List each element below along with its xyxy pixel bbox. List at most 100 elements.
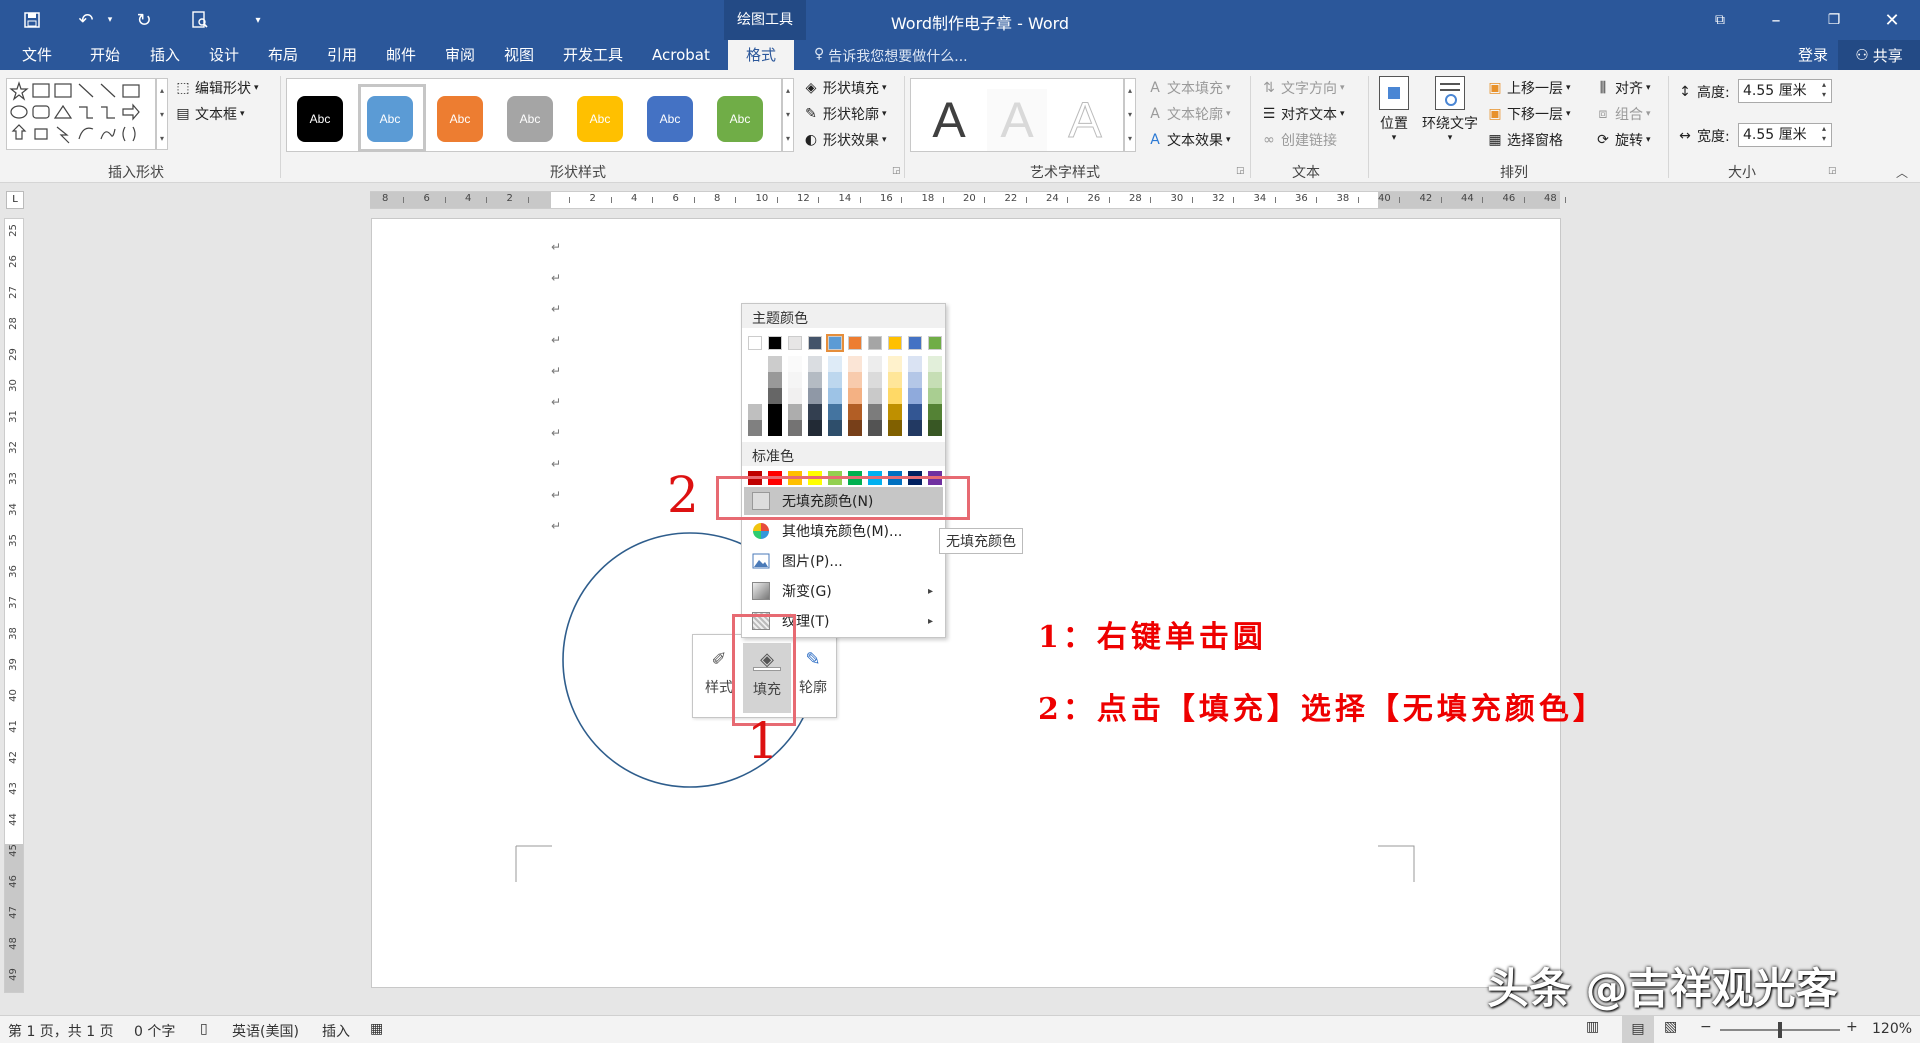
theme-color-swatch[interactable] — [808, 336, 822, 350]
tell-me-box[interactable]: ♀ 告诉我您想要做什么... — [814, 46, 968, 66]
theme-color-shade[interactable] — [808, 404, 822, 420]
redo-icon[interactable]: ↻ — [132, 8, 156, 32]
theme-color-shade[interactable] — [788, 420, 802, 436]
theme-color-shade[interactable] — [768, 404, 782, 420]
collapse-ribbon-icon[interactable]: ︿ — [1896, 164, 1908, 181]
tab-layout[interactable]: 布局 — [266, 40, 300, 70]
theme-color-shade[interactable] — [868, 404, 882, 420]
login-link[interactable]: 登录 — [1796, 40, 1830, 70]
create-link-button[interactable]: ∞ 创建链接 — [1260, 130, 1337, 150]
theme-color-shade[interactable] — [828, 420, 842, 436]
wordart-style-dark[interactable]: A — [919, 89, 979, 151]
customize-qat-icon[interactable]: ▾ — [246, 8, 270, 32]
theme-color-shade[interactable] — [768, 356, 782, 372]
height-spinner[interactable]: ▴ ▾ — [1822, 80, 1826, 100]
zoom-level[interactable]: 120% — [1872, 1021, 1912, 1037]
page-count[interactable]: 第 1 页，共 1 页 — [8, 1021, 114, 1041]
rotate-button[interactable]: ⟳ 旋转 ▾ — [1594, 130, 1650, 150]
height-input[interactable]: 4.55 厘米 — [1738, 79, 1832, 103]
picture-fill-item[interactable]: 图片(P)... — [744, 547, 943, 575]
theme-color-swatch[interactable] — [788, 336, 802, 350]
dialog-launcher-icon[interactable]: ◲ — [1236, 166, 1245, 176]
horizontal-ruler[interactable]: 8 6 4 2 2 4 6 8 10 12 14 16 18 20 22 24 26 28 30 32 34 36 38 40… — [370, 191, 1566, 209]
width-input[interactable]: 4.55 厘米 — [1738, 123, 1832, 147]
theme-color-shade[interactable] — [888, 420, 902, 436]
text-fill-button[interactable]: A 文本填充 ▾ — [1146, 78, 1230, 98]
theme-color-shade[interactable] — [908, 388, 922, 404]
shape-style-swatch[interactable]: Abc — [717, 96, 763, 142]
mini-outline-button[interactable]: ✎ 轮廓 — [793, 643, 833, 713]
theme-color-swatch[interactable] — [848, 336, 862, 350]
shape-effects-button[interactable]: ◐ 形状效果 ▾ — [802, 130, 887, 150]
theme-color-shade[interactable] — [928, 420, 942, 436]
restore-icon[interactable]: ❐ — [1822, 8, 1846, 32]
theme-color-shade[interactable] — [808, 372, 822, 388]
wrap-text-button[interactable]: 环绕文字 ▾ — [1418, 76, 1482, 154]
theme-color-shade[interactable] — [848, 404, 862, 420]
text-effects-button[interactable]: A 文本效果 ▾ — [1146, 130, 1230, 150]
shape-style-swatch[interactable]: Abc — [297, 96, 343, 142]
theme-color-shade[interactable] — [868, 372, 882, 388]
shape-style-swatch[interactable]: Abc — [437, 96, 483, 142]
tab-format[interactable]: 格式 — [728, 40, 795, 70]
shape-style-swatch[interactable]: Abc — [577, 96, 623, 142]
theme-color-shade[interactable] — [868, 388, 882, 404]
theme-color-shade[interactable] — [828, 372, 842, 388]
theme-color-shade[interactable] — [748, 372, 762, 388]
wordart-style-light[interactable]: A — [987, 89, 1047, 151]
theme-color-shade[interactable] — [828, 388, 842, 404]
tab-file[interactable]: 文件 — [20, 40, 54, 70]
shape-styles-scroll[interactable]: ▴ ▾ ▾ — [782, 78, 794, 152]
theme-color-shade[interactable] — [788, 356, 802, 372]
theme-color-shade[interactable] — [748, 388, 762, 404]
tab-mailings[interactable]: 邮件 — [384, 40, 418, 70]
theme-color-shade[interactable] — [888, 388, 902, 404]
word-count[interactable]: 0 个字 — [134, 1021, 175, 1041]
theme-color-shade[interactable] — [888, 372, 902, 388]
dialog-launcher-icon[interactable]: ◲ — [892, 166, 901, 176]
theme-color-shade[interactable] — [888, 404, 902, 420]
share-button[interactable]: ⚇ 共享 — [1838, 40, 1920, 70]
zoom-out-icon[interactable]: − — [1700, 1019, 1712, 1035]
theme-color-shade[interactable] — [928, 388, 942, 404]
textbox-button[interactable]: ▤ 文本框 ▾ — [174, 104, 244, 124]
width-spinner[interactable]: ▴ ▾ — [1822, 124, 1826, 144]
theme-color-shade[interactable] — [768, 372, 782, 388]
theme-color-shade[interactable] — [888, 356, 902, 372]
theme-color-shade[interactable] — [908, 372, 922, 388]
tab-insert[interactable]: 插入 — [148, 40, 182, 70]
bring-forward-button[interactable]: ▣ 上移一层 ▾ — [1486, 78, 1570, 98]
tab-acrobat[interactable]: Acrobat — [650, 40, 712, 70]
tab-view[interactable]: 视图 — [502, 40, 536, 70]
web-layout-icon[interactable]: ▧ — [1664, 1019, 1677, 1035]
theme-color-shade[interactable] — [828, 404, 842, 420]
theme-color-swatch[interactable] — [888, 336, 902, 350]
more-colors-item[interactable]: 其他填充颜色(M)... — [744, 517, 943, 545]
theme-color-shade[interactable] — [868, 356, 882, 372]
group-button[interactable]: ⧈ 组合 ▾ — [1594, 104, 1651, 124]
theme-color-shade[interactable] — [808, 420, 822, 436]
theme-color-swatch[interactable] — [768, 336, 782, 350]
theme-color-shade[interactable] — [748, 404, 762, 420]
theme-color-swatch[interactable] — [928, 336, 942, 350]
edit-shape-button[interactable]: ⬚ 编辑形状 ▾ — [174, 78, 258, 98]
proofing-icon[interactable]: ▯ — [200, 1021, 208, 1037]
theme-color-swatch[interactable] — [748, 336, 762, 350]
theme-color-shade[interactable] — [848, 356, 862, 372]
theme-color-shade[interactable] — [908, 356, 922, 372]
vertical-ruler[interactable]: 25 26 27 28 29 30 31 32 33 34 35 36 37 38 39 40 41 42 43 44… — [4, 218, 24, 993]
insert-mode[interactable]: 插入 — [322, 1021, 350, 1041]
undo-dropdown-icon[interactable]: ▾ — [98, 8, 122, 32]
theme-color-shade[interactable] — [828, 356, 842, 372]
shape-style-swatch[interactable]: Abc — [647, 96, 693, 142]
align-button[interactable]: ⫼ 对齐 ▾ — [1594, 78, 1651, 98]
text-outline-button[interactable]: A 文本轮廓 ▾ — [1146, 104, 1230, 124]
theme-color-shade[interactable] — [788, 372, 802, 388]
language[interactable]: 英语(美国) — [232, 1021, 299, 1041]
tab-review[interactable]: 审阅 — [443, 40, 477, 70]
read-mode-icon[interactable]: ▥ — [1586, 1019, 1599, 1035]
theme-color-shade[interactable] — [768, 420, 782, 436]
theme-color-shade[interactable] — [768, 388, 782, 404]
theme-color-swatch[interactable] — [826, 334, 844, 352]
theme-color-shade[interactable] — [748, 420, 762, 436]
